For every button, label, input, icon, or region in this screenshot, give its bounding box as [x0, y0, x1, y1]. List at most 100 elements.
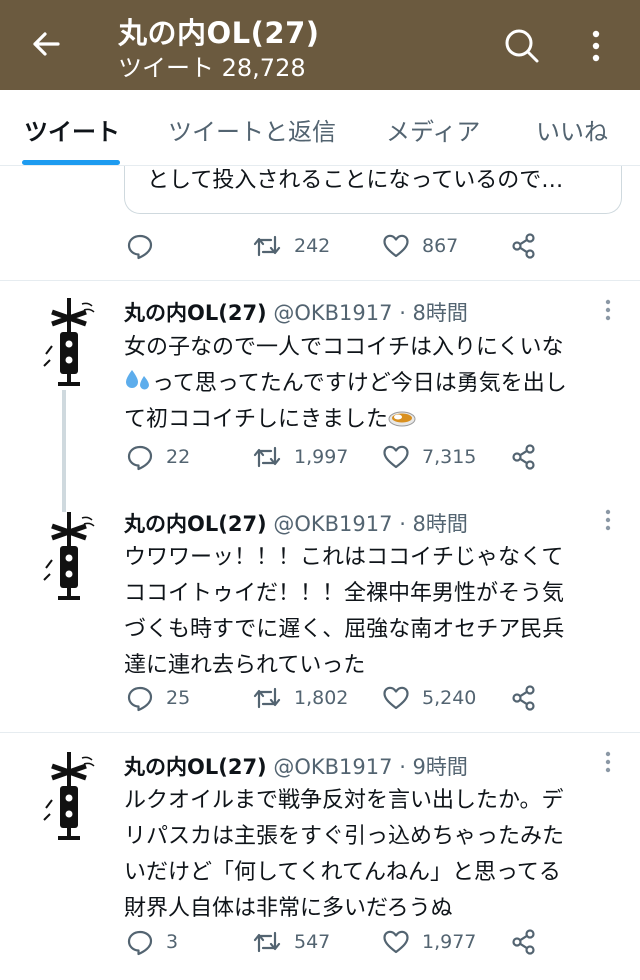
like-count: 5,240 — [422, 687, 477, 709]
avatar[interactable] — [42, 294, 98, 390]
heart-icon — [383, 445, 409, 469]
search-icon — [505, 29, 539, 63]
profile-name: 丸の内OL(27) — [118, 16, 320, 50]
retweet-button[interactable]: 1,997 — [252, 437, 348, 477]
reply-button[interactable] — [126, 226, 154, 266]
tweet-time[interactable]: · 8時間 — [399, 301, 468, 325]
tweet-time[interactable]: · 9時間 — [399, 755, 468, 779]
tweet-time[interactable]: · 8時間 — [399, 512, 468, 536]
curry-rice-icon — [388, 411, 416, 427]
reply-count: 22 — [166, 446, 191, 468]
reply-icon — [127, 445, 153, 471]
tweet-divider — [0, 280, 640, 281]
author-handle[interactable]: @OKB1917 — [273, 755, 392, 779]
vertical-dots-icon — [605, 299, 611, 321]
like-button[interactable]: 7,315 — [382, 437, 476, 477]
tab-tweets-and-replies[interactable]: ツイートと返信 — [168, 112, 336, 147]
retweet-button[interactable]: 1,802 — [252, 678, 348, 718]
more-options-button[interactable] — [578, 24, 614, 68]
tweet-text-line: いだけど「何してくれてんねん」と思ってる — [124, 860, 561, 885]
tweet-more-button[interactable] — [598, 748, 618, 776]
heart-icon — [383, 234, 409, 258]
retweet-button[interactable]: 242 — [252, 226, 330, 266]
avatar[interactable] — [42, 508, 98, 604]
tweet-header: 丸の内OL(27) @OKB1917 · 9時間 — [124, 751, 468, 781]
heart-icon — [383, 930, 409, 954]
share-button[interactable] — [510, 678, 538, 718]
reply-button[interactable]: 25 — [126, 678, 190, 718]
share-button[interactable] — [510, 226, 538, 266]
vertical-dots-icon — [605, 509, 611, 531]
reply-button[interactable]: 3 — [126, 922, 178, 962]
share-icon — [512, 685, 535, 711]
avatar-railway-crossing-icon — [43, 752, 95, 840]
like-button[interactable]: 867 — [382, 226, 458, 266]
retweet-icon — [253, 931, 281, 953]
tweet-actions: 3 547 1,977 — [124, 922, 544, 962]
tweet-more-button[interactable] — [598, 506, 618, 534]
tweet-text-line: ルクオイルまで戦争反対を言い出したか。デ — [124, 788, 564, 813]
author-name[interactable]: 丸の内OL(27) — [124, 512, 267, 536]
author-handle[interactable]: @OKB1917 — [273, 301, 392, 325]
reply-count: 3 — [166, 931, 179, 953]
tweet-text-span: て初ココイチしにきました — [124, 407, 389, 432]
tweet-text-line: ウワワーッ！！！これはココイチじゃなくて — [124, 545, 564, 570]
reply-count: 25 — [166, 687, 191, 709]
tweet-divider — [0, 732, 640, 733]
tweet-more-button[interactable] — [598, 296, 618, 324]
share-button[interactable] — [510, 437, 538, 477]
tweet-text-line: て初ココイチしにきました — [124, 402, 624, 438]
tab-likes[interactable]: いいね — [536, 112, 608, 147]
tab-media[interactable]: メディア — [386, 112, 480, 147]
tweet-text: ウワワーッ！！！これはココイチじゃなくて ココイトゥイだ！！！全裸中年男性がそう… — [124, 540, 624, 684]
reply-icon — [127, 234, 153, 260]
tweet-actions: 25 1,802 5,240 — [124, 678, 544, 718]
tab-tweets[interactable]: ツイート — [24, 112, 120, 147]
avatar-railway-crossing-icon — [43, 512, 95, 600]
tweet-text-span: って思ってたんですけど今日は勇気を出し — [152, 371, 567, 396]
share-icon — [512, 233, 535, 259]
tweet-text-line: 女の子なので一人でココイチは入りにくいな — [124, 335, 564, 360]
tweet-actions: 22 1,997 7,315 — [124, 437, 544, 477]
back-button[interactable] — [26, 24, 66, 64]
author-name[interactable]: 丸の内OL(27) — [124, 755, 267, 779]
author-name[interactable]: 丸の内OL(27) — [124, 301, 267, 325]
vertical-dots-icon — [605, 751, 611, 773]
tweet-header: 丸の内OL(27) @OKB1917 · 8時間 — [124, 508, 468, 538]
like-count: 867 — [422, 235, 459, 257]
like-count: 1,977 — [422, 931, 477, 953]
tweet-header: 丸の内OL(27) @OKB1917 · 8時間 — [124, 297, 468, 327]
vertical-dots-icon — [592, 30, 600, 62]
thread-connector-line — [62, 390, 66, 512]
retweet-count: 242 — [294, 235, 331, 257]
tweet-text-line: づくも時すでに遅く、屈強な南オセチア民兵 — [124, 617, 565, 642]
reply-button[interactable]: 22 — [126, 437, 190, 477]
sweat-droplets-icon — [126, 370, 149, 390]
share-button[interactable] — [510, 922, 538, 962]
tweet-text-line: ココイトゥイだ！！！全裸中年男性がそう気 — [124, 581, 565, 606]
reply-icon — [127, 686, 153, 712]
like-button[interactable]: 5,240 — [382, 678, 476, 718]
retweet-icon — [253, 235, 281, 257]
retweet-count: 1,802 — [294, 687, 349, 709]
share-icon — [512, 444, 535, 470]
active-tab-indicator — [22, 160, 120, 165]
tweet-text: 女の子なので一人でココイチは入りにくいな って思ってたんですけど今日は勇気を出し… — [124, 330, 624, 438]
quoted-tweet-text: として投入されることになっているので… — [147, 168, 564, 193]
tweet-count: ツイート 28,728 — [118, 54, 306, 82]
author-handle[interactable]: @OKB1917 — [273, 512, 392, 536]
reply-icon — [127, 930, 153, 956]
profile-header: 丸の内OL(27) ツイート 28,728 — [0, 0, 640, 90]
tweet-text-line: って思ってたんですけど今日は勇気を出し — [124, 366, 624, 402]
retweet-count: 1,997 — [294, 446, 349, 468]
retweet-icon — [253, 687, 281, 709]
avatar-railway-crossing-icon — [43, 298, 95, 386]
retweet-icon — [253, 446, 281, 468]
retweet-count: 547 — [294, 931, 331, 953]
avatar[interactable] — [42, 748, 98, 844]
back-arrow-icon — [33, 32, 60, 56]
tweet-text-line: リパスカは主張をすぐ引っ込めちゃったみた — [124, 824, 565, 849]
search-button[interactable] — [500, 24, 544, 68]
like-button[interactable]: 1,977 — [382, 922, 476, 962]
retweet-button[interactable]: 547 — [252, 922, 330, 962]
